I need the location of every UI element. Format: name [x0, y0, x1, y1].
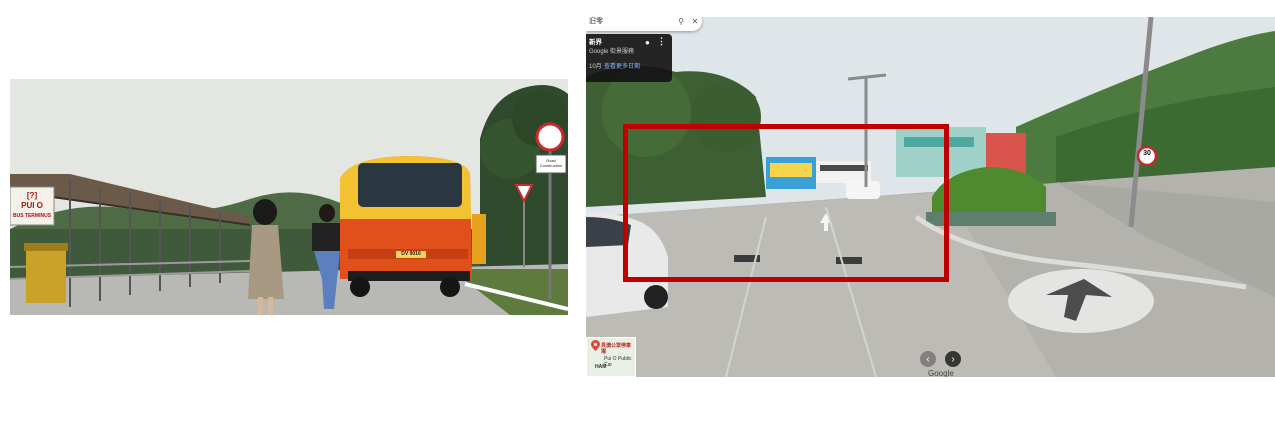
chevron-right-icon: › [951, 353, 955, 365]
bus-terminus-sign: [?] PUI O BUS TERMINUS [10, 191, 54, 221]
next-arrow-button[interactable]: › [945, 351, 961, 367]
film-still-photo: [?] PUI O BUS TERMINUS Road Construction… [10, 79, 568, 315]
location-pin-icon[interactable]: ● [645, 38, 650, 47]
more-dates-link[interactable]: 查看更多日期 [604, 63, 640, 72]
minimap[interactable]: 貝澳公眾停車場 Pui O Public Car HAM [586, 337, 636, 377]
search-icon[interactable]: ⚲ [674, 17, 688, 26]
card-title: 新界 [589, 39, 602, 46]
minimap-sublabel: Pui O Public Car [604, 356, 632, 368]
previous-arrow-button[interactable]: ‹ [920, 351, 936, 367]
sign-line: BUS TERMINUS [12, 213, 52, 219]
google-watermark: Google [928, 369, 954, 377]
search-bar[interactable]: 旧零 ⚲ ✕ [586, 17, 702, 31]
speed-limit-sign: 30 [1143, 150, 1151, 157]
street-view-panel[interactable]: 30 旧零 ⚲ ✕ 新界 Google 街景服務 10月 查看更多日期 ● ⋮ … [586, 17, 1275, 377]
highlight-box [623, 124, 949, 282]
card-date: 10月 [589, 64, 602, 70]
location-info-card[interactable]: 新界 Google 街景服務 10月 查看更多日期 ● ⋮ [586, 34, 672, 82]
chevron-left-icon: ‹ [926, 353, 930, 365]
sign-line: PUI O [21, 201, 43, 210]
road-sign: Road Construction [539, 158, 563, 168]
more-options-icon[interactable]: ⋮ [657, 37, 666, 46]
card-subtitle: Google 街景服務 [589, 49, 635, 55]
search-input[interactable]: 旧零 [586, 17, 674, 26]
minimap-area: HAM [595, 364, 607, 370]
bus-plate: DV 9016 [401, 251, 421, 257]
close-icon[interactable]: ✕ [688, 17, 702, 26]
minimap-label: 貝澳公眾停車場 [601, 343, 632, 355]
sign-line: [?] [26, 191, 38, 200]
map-pin-icon [591, 340, 600, 351]
